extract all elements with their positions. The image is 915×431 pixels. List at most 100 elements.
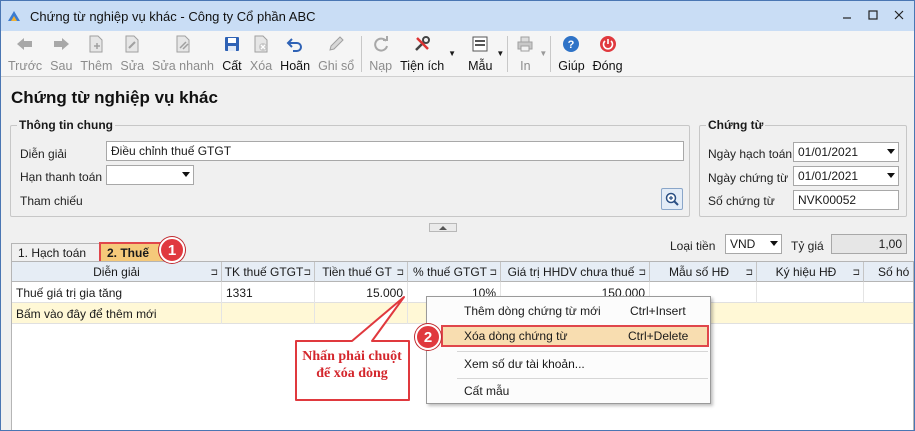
printer-icon — [515, 34, 535, 54]
exchange-rate-label: Tỷ giá — [791, 239, 824, 253]
toolbar-separator — [550, 36, 552, 72]
pin-icon[interactable]: ⊐ — [745, 267, 753, 278]
dropdown-arrow-icon: ▼ — [496, 49, 505, 58]
toolbar-label: Sau — [50, 59, 73, 73]
toolbar-button-prev[interactable]: Trước — [4, 31, 46, 77]
column-header-tax-account[interactable]: TK thuế GTGT ⊐ — [222, 262, 315, 282]
menu-item-label: Xem số dư tài khoản... — [464, 357, 585, 371]
cell-description[interactable]: Thuế giá trị gia tăng — [12, 282, 222, 303]
tab-accounting[interactable]: 1. Hạch toán — [11, 243, 100, 262]
toolbar-label: Nạp — [369, 59, 393, 73]
column-header-invoice-series[interactable]: Ký hiệu HĐ ⊐ — [757, 262, 864, 282]
due-date-field[interactable] — [106, 165, 194, 185]
toolbar-button-help[interactable]: ? Giúp — [554, 31, 588, 77]
column-header-label: Tiền thuế GT — [322, 265, 392, 279]
column-header-label: Ký hiệu HĐ — [775, 265, 837, 279]
toolbar-label: Xóa — [249, 59, 273, 73]
exchange-rate-field[interactable]: 1,00 — [831, 234, 907, 254]
toolbar-button-delete[interactable]: Xóa — [246, 31, 276, 77]
voucher-no-label: Số chứng từ — [708, 194, 775, 208]
toolbar-button-post[interactable]: Ghi sổ — [314, 31, 358, 77]
app-window: Chứng từ nghiệp vụ khác - Công ty Cổ phầ… — [0, 0, 915, 431]
undo-icon — [285, 34, 305, 54]
callout-line-2: để xóa dòng — [316, 366, 388, 381]
toolbar-dropdown-utilities[interactable]: ▼ — [448, 31, 456, 77]
toolbar-label: Thêm — [80, 59, 113, 73]
help-icon: ? — [561, 34, 581, 54]
zoom-in-icon — [665, 192, 679, 206]
toolbar-button-print[interactable]: In — [511, 31, 539, 77]
posting-date-field[interactable]: 01/01/2021 — [793, 142, 899, 162]
column-header-goods-value[interactable]: Giá trị HHDV chưa thuế ⊐ — [501, 262, 650, 282]
toolbar-button-close[interactable]: Đóng — [589, 31, 627, 77]
column-header-tax-amount[interactable]: Tiền thuế GT ⊐ — [315, 262, 408, 282]
refresh-icon — [371, 34, 391, 54]
menu-item-add-row[interactable]: Thêm dòng chứng từ mới Ctrl+Insert — [429, 300, 708, 322]
new-row-hint[interactable]: Bấm vào đây để thêm mới — [12, 303, 222, 324]
panel-collapse-handle[interactable] — [429, 223, 457, 232]
column-header-description[interactable]: Diễn giải ⊐ — [12, 262, 222, 282]
toolbar-button-utilities[interactable]: Tiện ích — [396, 31, 448, 77]
voucher-date-label: Ngày chứng từ — [708, 171, 789, 185]
cell-tax-account[interactable]: 1331 — [222, 282, 315, 303]
toolbar: Trước Sau Thêm Sửa Sửa nhanh Cất Xóa Hoã… — [1, 31, 914, 77]
cell-invoice-no[interactable] — [864, 282, 913, 303]
toolbar-label: Ghi sổ — [318, 59, 355, 73]
chevron-down-icon[interactable] — [887, 149, 895, 154]
toolbar-button-save[interactable]: Cất — [218, 31, 246, 77]
column-header-invoice-no[interactable]: Số hó — [864, 262, 913, 282]
delete-icon — [251, 34, 271, 54]
cell-tax-amount[interactable]: 15.000 — [315, 282, 408, 303]
chevron-up-icon — [439, 225, 447, 230]
close-icon[interactable] — [886, 5, 912, 25]
pin-icon[interactable]: ⊐ — [489, 267, 497, 278]
voucher-date-field[interactable]: 01/01/2021 — [793, 166, 899, 186]
menu-item-shortcut: Ctrl+Insert — [630, 304, 686, 318]
chevron-down-icon[interactable] — [887, 173, 895, 178]
currency-value: VND — [730, 237, 756, 251]
toolbar-label: Tiện ích — [400, 59, 445, 73]
column-header-tax-rate[interactable]: % thuế GTGT ⊐ — [408, 262, 501, 282]
description-field[interactable]: Điều chỉnh thuế GTGT — [106, 141, 684, 161]
toolbar-button-reload[interactable]: Nạp — [365, 31, 396, 77]
menu-item-view-balance[interactable]: Xem số dư tài khoản... — [429, 353, 708, 375]
toolbar-button-add[interactable]: Thêm — [76, 31, 116, 77]
toolbar-button-template[interactable]: Mẫu — [464, 31, 496, 77]
chevron-down-icon[interactable] — [182, 172, 190, 177]
page-title: Chứng từ nghiệp vụ khác — [11, 88, 218, 107]
menu-item-label: Thêm dòng chứng từ mới — [464, 304, 601, 318]
column-header-label: TK thuế GTGT — [224, 265, 304, 279]
currency-select[interactable]: VND — [725, 234, 782, 254]
cell-invoice-series[interactable] — [757, 282, 864, 303]
toolbar-button-edit[interactable]: Sửa — [116, 31, 148, 77]
reference-search-button[interactable] — [661, 188, 683, 210]
cell-empty[interactable] — [222, 303, 315, 324]
title-bar: Chứng từ nghiệp vụ khác - Công ty Cổ phầ… — [1, 1, 914, 31]
pin-icon[interactable]: ⊐ — [210, 267, 218, 278]
pin-icon[interactable]: ⊐ — [638, 267, 646, 278]
menu-item-delete-row[interactable]: Xóa dòng chứng từ Ctrl+Delete — [441, 325, 709, 347]
toolbar-separator — [361, 36, 363, 72]
voucher-date-value: 01/01/2021 — [798, 169, 859, 183]
toolbar-button-next[interactable]: Sau — [46, 31, 76, 77]
column-header-invoice-form[interactable]: Mẫu số HĐ ⊐ — [650, 262, 757, 282]
menu-separator — [457, 351, 708, 352]
toolbar-label: Cất — [222, 59, 242, 73]
pin-icon[interactable]: ⊐ — [396, 267, 404, 278]
power-icon — [598, 34, 618, 54]
maximize-icon[interactable] — [860, 5, 886, 25]
callout-text: Nhấn phải chuột để xóa dòng — [293, 348, 411, 382]
toolbar-button-quick-edit[interactable]: Sửa nhanh — [148, 31, 218, 77]
exchange-rate-value: 1,00 — [878, 237, 902, 251]
chevron-down-icon[interactable] — [770, 241, 778, 246]
minimize-icon[interactable] — [834, 5, 860, 25]
pin-icon[interactable]: ⊐ — [303, 267, 311, 278]
menu-item-save-template[interactable]: Cất mẫu — [429, 380, 708, 402]
toolbar-button-undo[interactable]: Hoãn — [276, 31, 314, 77]
currency-label: Loại tiền — [670, 239, 716, 253]
toolbar-dropdown-template[interactable]: ▼ — [496, 31, 504, 77]
toolbar-dropdown-print[interactable]: ▼ — [539, 31, 547, 77]
voucher-no-field[interactable]: NVK00052 — [793, 190, 899, 210]
pin-icon[interactable]: ⊐ — [852, 267, 860, 278]
save-icon — [222, 34, 242, 54]
